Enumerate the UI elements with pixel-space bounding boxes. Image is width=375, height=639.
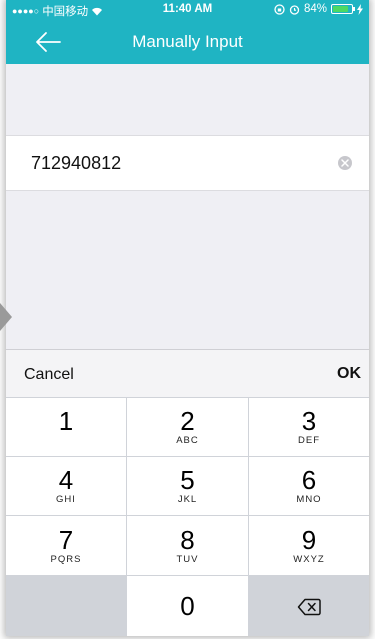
key-number: 3 bbox=[301, 406, 317, 436]
key-8[interactable]: 8 TUV bbox=[127, 516, 248, 575]
key-letters: WXYZ bbox=[293, 553, 325, 565]
cancel-button[interactable]: Cancel bbox=[24, 366, 74, 384]
phone-screen: ●●●●○ 中国移动 11:40 AM 84% Manually Input 7… bbox=[6, 0, 369, 636]
key-2[interactable]: 2 ABC bbox=[127, 398, 248, 456]
key-letters: DEF bbox=[298, 435, 320, 446]
key-0[interactable]: 0 bbox=[127, 576, 248, 636]
key-9[interactable]: 9 WXYZ bbox=[249, 516, 369, 575]
input-value: 712940812 bbox=[31, 153, 122, 173]
key-letters: MNO bbox=[296, 494, 322, 505]
key-7[interactable]: 7 PQRS bbox=[6, 516, 126, 575]
status-bar: ●●●●○ 中国移动 11:40 AM 84% bbox=[6, 0, 369, 20]
key-6[interactable]: 6 MNO bbox=[249, 457, 369, 515]
key-letters: PQRS bbox=[50, 553, 82, 565]
alarm-icon bbox=[289, 4, 300, 15]
key-letters: ABC bbox=[176, 435, 199, 446]
key-number: 4 bbox=[58, 465, 74, 495]
battery-icon bbox=[331, 4, 355, 14]
orientation-lock-icon bbox=[274, 3, 285, 15]
keyboard-toolbar: Cancel OK bbox=[6, 349, 369, 397]
ok-button[interactable]: OK bbox=[337, 365, 361, 383]
number-input-field[interactable]: 712940812 bbox=[6, 135, 369, 191]
numeric-keypad: 1 2 ABC 3 DEF 4 GHI 5 JKL 6 MNO 7 PQRS 8 bbox=[6, 397, 369, 636]
key-number: 7 bbox=[58, 524, 74, 555]
battery-percent: 84% bbox=[303, 3, 327, 15]
status-right-group: 84% bbox=[274, 3, 363, 15]
key-number: 8 bbox=[180, 524, 195, 555]
charging-bolt-icon bbox=[357, 3, 363, 15]
key-letters: TUV bbox=[176, 553, 199, 565]
key-4[interactable]: 4 GHI bbox=[6, 457, 126, 515]
key-1[interactable]: 1 bbox=[6, 398, 126, 456]
battery-level-fill bbox=[333, 6, 349, 12]
backspace-icon bbox=[297, 598, 321, 616]
side-pointer-arrow bbox=[0, 303, 12, 331]
key-letters: GHI bbox=[56, 494, 76, 505]
key-number: 2 bbox=[180, 406, 195, 436]
page-title: Manually Input bbox=[132, 32, 243, 51]
key-5[interactable]: 5 JKL bbox=[127, 457, 248, 515]
key-letters: JKL bbox=[177, 494, 198, 505]
delete-button[interactable] bbox=[249, 576, 369, 636]
key-blank bbox=[6, 576, 126, 636]
key-3[interactable]: 3 DEF bbox=[249, 398, 369, 456]
navigation-bar: Manually Input bbox=[6, 20, 369, 64]
key-number: 5 bbox=[180, 465, 195, 495]
clear-circle-icon bbox=[341, 159, 349, 167]
key-number: 0 bbox=[180, 591, 195, 621]
key-number: 1 bbox=[58, 406, 74, 436]
key-number: 9 bbox=[301, 524, 317, 555]
clear-input-button[interactable] bbox=[338, 156, 352, 170]
key-number: 6 bbox=[301, 465, 317, 495]
